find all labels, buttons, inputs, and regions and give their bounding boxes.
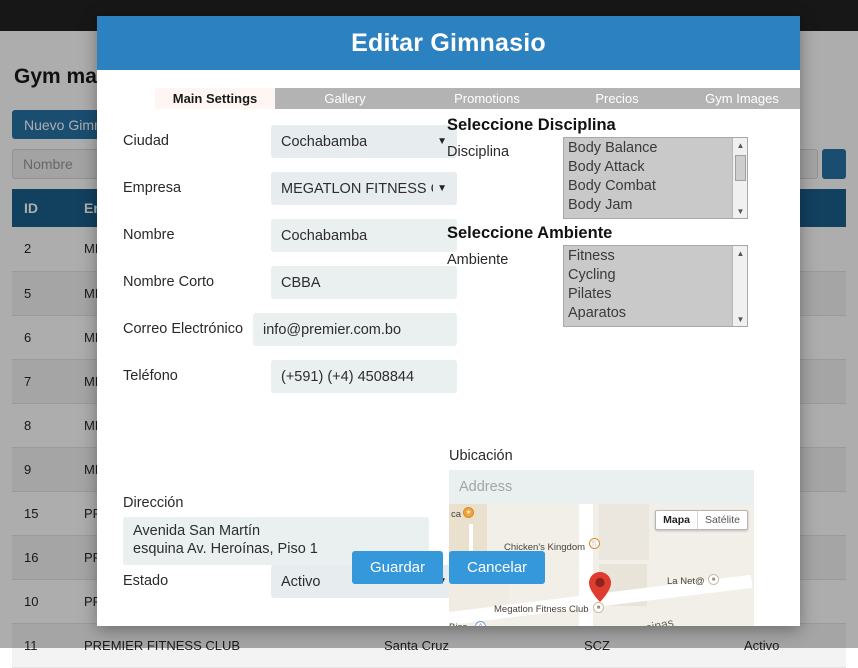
tab-gallery[interactable]: Gallery bbox=[295, 88, 395, 109]
input-nombre-corto-value: CBBA bbox=[281, 275, 321, 291]
input-nombre[interactable]: Cochabamba bbox=[271, 219, 457, 252]
modal-footer: Guardar Cancelar bbox=[97, 546, 800, 626]
address-placeholder: Address bbox=[459, 479, 512, 495]
disciplina-scrollbar[interactable]: ▲ ▼ bbox=[732, 138, 747, 218]
label-disciplina: Disciplina bbox=[447, 144, 509, 160]
label-ubicacion: Ubicación bbox=[449, 448, 513, 464]
ambiente-options: FitnessCyclingPilatesAparatos bbox=[564, 246, 747, 323]
input-telefono-value: (+591) (+4) 4508844 bbox=[281, 369, 414, 385]
scroll-down-icon[interactable]: ▼ bbox=[733, 312, 748, 326]
label-correo: Correo Electrónico bbox=[123, 321, 243, 337]
input-correo[interactable]: info@premier.com.bo bbox=[253, 313, 457, 346]
scroll-down-icon[interactable]: ▼ bbox=[733, 204, 748, 218]
modal-body: Ciudad Cochabamba ▼ Empresa MEGATLON FIT… bbox=[97, 109, 800, 564]
disciplina-options: Body BalanceBody AttackBody CombatBody J… bbox=[564, 138, 747, 215]
tab-main-settings[interactable]: Main Settings bbox=[155, 88, 275, 109]
chevron-down-icon: ▼ bbox=[437, 136, 447, 147]
label-ambiente: Ambiente bbox=[447, 252, 508, 268]
label-nombre-corto: Nombre Corto bbox=[123, 274, 214, 290]
listbox-option[interactable]: Cycling bbox=[568, 266, 747, 285]
label-nombre: Nombre bbox=[123, 227, 175, 243]
chevron-down-icon: ▼ bbox=[437, 183, 447, 194]
listbox-option[interactable]: Body Balance bbox=[568, 139, 747, 158]
map-label-ca: ca bbox=[451, 509, 461, 520]
listbox-option[interactable]: Fitness bbox=[568, 247, 747, 266]
address-input[interactable]: Address bbox=[449, 470, 754, 504]
select-empresa[interactable]: MEGATLON FITNESS C ▼ bbox=[271, 172, 457, 205]
listbox-option[interactable]: Body Attack bbox=[568, 158, 747, 177]
cancel-button[interactable]: Cancelar bbox=[449, 551, 545, 584]
input-correo-value: info@premier.com.bo bbox=[263, 322, 401, 338]
map-type-mapa[interactable]: Mapa bbox=[656, 511, 697, 529]
heading-seleccione-disciplina: Seleccione Disciplina bbox=[447, 116, 616, 135]
tab-promotions[interactable]: Promotions bbox=[427, 88, 547, 109]
input-nombre-value: Cochabamba bbox=[281, 228, 367, 244]
modal-title: Editar Gimnasio bbox=[351, 29, 546, 58]
modal-header: Editar Gimnasio bbox=[97, 16, 800, 70]
save-button[interactable]: Guardar bbox=[352, 551, 443, 584]
scroll-up-icon[interactable]: ▲ bbox=[733, 246, 748, 260]
listbox-option[interactable]: Body Combat bbox=[568, 177, 747, 196]
scrollbar-thumb[interactable] bbox=[735, 155, 746, 181]
label-ciudad: Ciudad bbox=[123, 133, 169, 149]
map-type-satelite[interactable]: Satélite bbox=[697, 511, 747, 529]
tab-gym-images[interactable]: Gym Images bbox=[683, 88, 800, 109]
map-type-control[interactable]: Mapa Satélite bbox=[655, 510, 748, 530]
listbox-option[interactable]: Pilates bbox=[568, 285, 747, 304]
right-panel: Seleccione Disciplina Disciplina Body Ba… bbox=[447, 109, 800, 564]
select-empresa-value: MEGATLON FITNESS C bbox=[281, 181, 433, 197]
heading-seleccione-ambiente: Seleccione Ambiente bbox=[447, 224, 612, 243]
input-nombre-corto[interactable]: CBBA bbox=[271, 266, 457, 299]
direccion-line-1: Avenida San Martín bbox=[133, 522, 419, 540]
scroll-up-icon[interactable]: ▲ bbox=[733, 138, 748, 152]
listbox-option[interactable]: Body Jam bbox=[568, 196, 747, 215]
label-direccion: Dirección bbox=[123, 495, 183, 511]
input-telefono[interactable]: (+591) (+4) 4508844 bbox=[271, 360, 457, 393]
listbox-ambiente[interactable]: FitnessCyclingPilatesAparatos ▲ ▼ bbox=[563, 245, 748, 327]
ambiente-scrollbar[interactable]: ▲ ▼ bbox=[732, 246, 747, 326]
tab-precios[interactable]: Precios bbox=[567, 88, 667, 109]
edit-gym-modal: Editar Gimnasio Main Settings Gallery Pr… bbox=[97, 16, 800, 626]
select-ciudad[interactable]: Cochabamba ▼ bbox=[271, 125, 457, 158]
select-ciudad-value: Cochabamba bbox=[281, 134, 367, 150]
main-settings-form: Ciudad Cochabamba ▼ Empresa MEGATLON FIT… bbox=[97, 109, 447, 564]
modal-tabs: Main Settings Gallery Promotions Precios… bbox=[97, 88, 800, 109]
label-telefono: Teléfono bbox=[123, 368, 178, 384]
listbox-disciplina[interactable]: Body BalanceBody AttackBody CombatBody J… bbox=[563, 137, 748, 219]
map-poi-icon[interactable]: ★ bbox=[463, 507, 474, 518]
listbox-option[interactable]: Aparatos bbox=[568, 304, 747, 323]
label-empresa: Empresa bbox=[123, 180, 181, 196]
